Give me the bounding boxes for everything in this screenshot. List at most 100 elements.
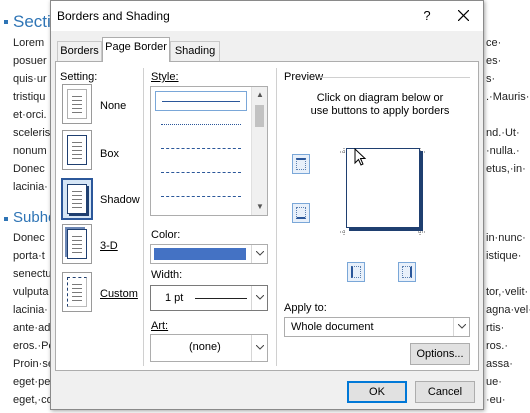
- apply-to-dropdown[interactable]: Whole document: [284, 317, 470, 337]
- document-line-right: agna·vel·: [486, 304, 530, 316]
- style-item-dotted[interactable]: [155, 115, 247, 135]
- style-item-dashed[interactable]: [155, 139, 247, 159]
- document-line-left: eget,·co: [13, 394, 53, 406]
- options-button[interactable]: Options...: [410, 343, 470, 365]
- style-item-dash-dot[interactable]: [155, 187, 247, 207]
- chevron-down-icon[interactable]: [251, 286, 267, 310]
- document-line-left: posuer: [13, 55, 47, 67]
- page-thumbnail: [67, 229, 87, 259]
- preview-label: Preview: [284, 71, 324, 83]
- document-line-right: s·: [486, 73, 496, 85]
- cancel-button[interactable]: Cancel: [415, 381, 475, 403]
- dialog-title: Borders and Shading: [57, 9, 170, 23]
- document-line-right: ue·: [486, 376, 502, 388]
- setting-3d-label: 3-D: [100, 240, 118, 252]
- title-bar: Borders and Shading ?: [51, 1, 483, 31]
- preview-instruction-1: Click on diagram below or: [316, 92, 444, 104]
- ok-button[interactable]: OK: [347, 381, 407, 403]
- document-line-left: quis·ur: [13, 73, 47, 85]
- setting-none-label: None: [100, 100, 127, 112]
- document-line-left: Lorem: [13, 37, 45, 49]
- document-line-left: nonum: [13, 145, 47, 157]
- column-divider-right: [276, 68, 277, 366]
- document-line-left: porta·t: [13, 250, 45, 262]
- document-line-right: ros.·: [486, 340, 508, 352]
- page-thumbnail: [67, 184, 87, 214]
- document-line-left: sceleris: [13, 127, 51, 139]
- tab-shading[interactable]: Shading: [170, 41, 220, 61]
- apply-to-label: Apply to:: [284, 302, 327, 314]
- art-label: Art:: [151, 320, 169, 332]
- close-icon: [457, 9, 469, 22]
- document-line-left: lacinia·: [13, 304, 48, 316]
- document-line-left: et·orci.: [13, 109, 47, 121]
- setting-custom-label: Custom: [100, 288, 138, 300]
- left-border-button[interactable]: [347, 262, 365, 282]
- document-line-right: ·nulla.·: [486, 145, 520, 157]
- color-swatch: [154, 248, 246, 260]
- bottom-border-button[interactable]: [292, 203, 310, 223]
- document-line-right: tor,·velit·: [486, 286, 529, 298]
- tab-borders[interactable]: Borders: [57, 41, 102, 61]
- page-thumbnail: [67, 135, 87, 165]
- style-list[interactable]: ▲ ▼: [150, 86, 268, 216]
- document-line-left: Donec: [13, 163, 45, 175]
- right-border-button[interactable]: [398, 262, 416, 282]
- document-line-left: eros.·Pe: [13, 340, 55, 352]
- style-item-solid[interactable]: [155, 91, 247, 111]
- help-button[interactable]: ?: [415, 5, 439, 27]
- scroll-up-icon[interactable]: ▲: [252, 87, 268, 103]
- setting-box-label: Box: [100, 148, 119, 160]
- column-divider-left: [143, 68, 144, 366]
- heading-bullet: [4, 20, 8, 24]
- scroll-down-icon[interactable]: ▼: [252, 199, 268, 215]
- page-border-panel: Setting: None Box Shadow 3-D Custom Styl…: [55, 61, 479, 371]
- document-line-left: eget·pe: [13, 376, 51, 388]
- document-line-left: vulputa: [13, 286, 49, 298]
- setting-box-icon: [62, 130, 92, 170]
- width-value: 1 pt: [165, 292, 184, 304]
- document-line-right: ce·: [486, 37, 502, 49]
- art-value: (none): [189, 341, 221, 353]
- subheading-bullet: [4, 217, 8, 221]
- chevron-down-icon[interactable]: [251, 335, 267, 361]
- style-label: Style:: [151, 71, 179, 83]
- borders-and-shading-dialog: Borders and Shading ? Borders Page Borde…: [50, 0, 484, 410]
- chevron-down-icon[interactable]: [251, 245, 267, 263]
- preview-diagram[interactable]: [340, 144, 430, 240]
- preview-rule: [320, 77, 470, 78]
- mouse-cursor-icon: [354, 148, 367, 166]
- setting-shadow-label: Shadow: [100, 194, 140, 206]
- setting-3d-icon: [62, 224, 92, 264]
- tab-page-border[interactable]: Page Border: [102, 37, 170, 62]
- tab-page-border-label: Page Border: [105, 41, 167, 53]
- document-line-left: Proin·se: [13, 358, 54, 370]
- art-dropdown[interactable]: (none): [150, 334, 268, 362]
- page-thumbnail: [67, 277, 87, 307]
- document-line-right: etus,·in·: [486, 163, 526, 175]
- document-line-left: Donec: [13, 232, 45, 244]
- close-button[interactable]: [449, 5, 477, 27]
- document-line-right: es·: [486, 55, 502, 67]
- preview-instruction-2: use buttons to apply borders: [310, 105, 450, 117]
- tab-shading-label: Shading: [174, 45, 216, 57]
- color-dropdown[interactable]: [150, 244, 268, 264]
- chevron-down-icon[interactable]: [453, 318, 469, 336]
- width-line-sample: [195, 298, 247, 299]
- document-line-right: nd.·Ut·: [486, 127, 520, 139]
- width-label: Width:: [151, 269, 183, 281]
- document-line-right: rtis·: [486, 322, 505, 334]
- document-line-left: lacinia·: [13, 181, 48, 193]
- document-line-left: ante·ad: [13, 322, 51, 334]
- color-label: Color:: [151, 229, 181, 241]
- scroll-thumb[interactable]: [255, 105, 264, 127]
- document-line-left: senectu: [13, 268, 52, 280]
- tab-borders-label: Borders: [60, 45, 99, 57]
- setting-none-icon: [62, 84, 92, 124]
- style-list-scrollbar[interactable]: ▲ ▼: [251, 87, 267, 215]
- style-item-long-dash[interactable]: [155, 163, 247, 183]
- document-line-right: in·nunc·: [486, 232, 526, 244]
- top-border-button[interactable]: [292, 154, 310, 174]
- document-line-right: ·eu·: [486, 394, 506, 406]
- width-dropdown[interactable]: 1 pt: [150, 285, 268, 311]
